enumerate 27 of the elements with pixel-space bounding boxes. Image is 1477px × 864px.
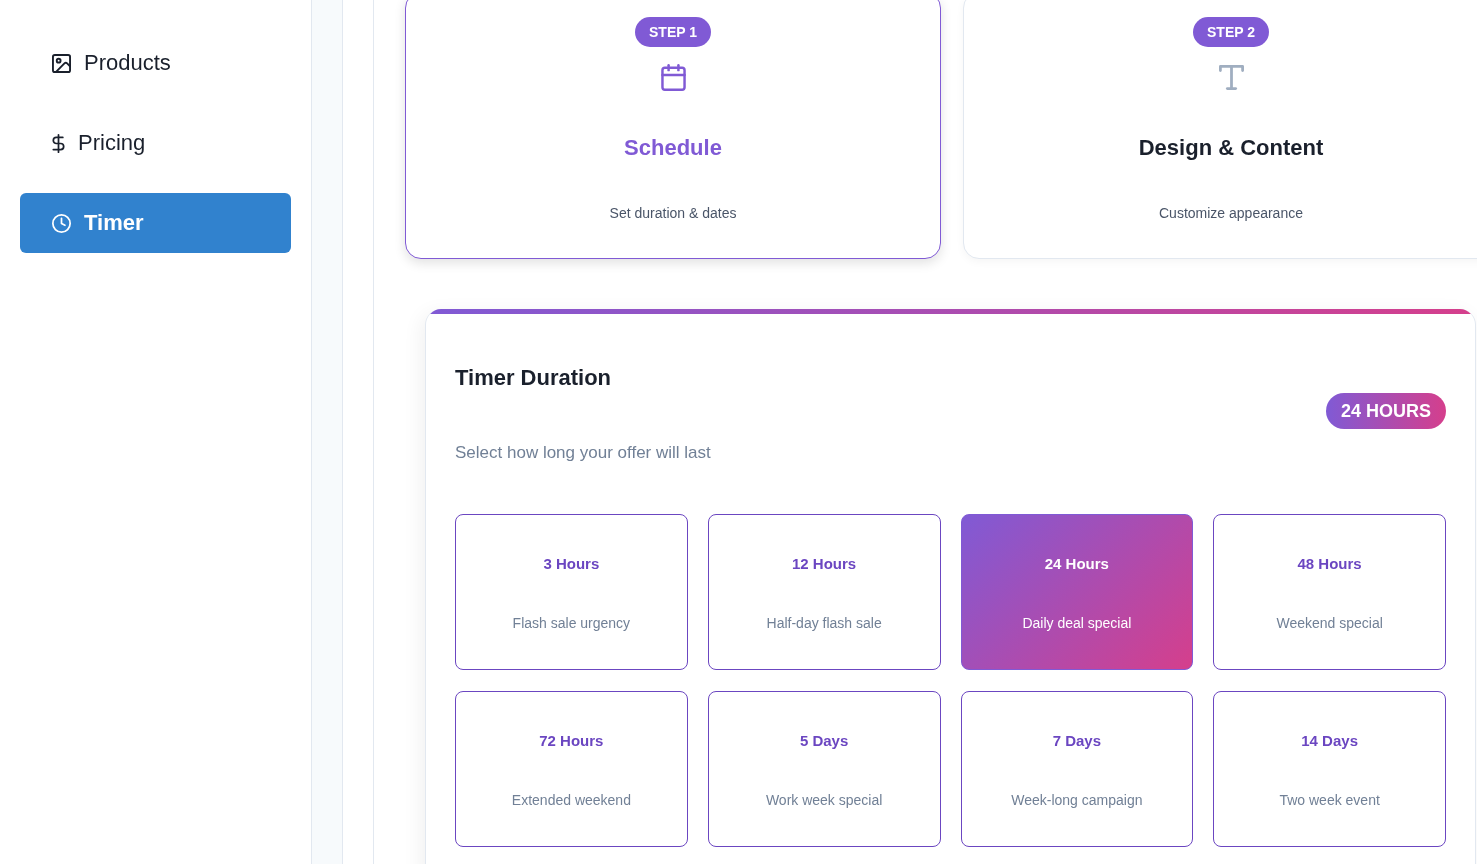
dollar-icon: [52, 133, 65, 153]
type-icon: [1218, 64, 1244, 91]
step-title: Design & Content: [1138, 134, 1324, 162]
step-card[interactable]: STEP 1 Schedule Set duration & dates: [405, 0, 941, 259]
duration-option[interactable]: 24 Hours Daily deal special: [960, 514, 1194, 670]
step-subtitle: Set duration & dates: [609, 204, 737, 223]
duration-badge: 24 HOURS: [1325, 393, 1446, 429]
duration-option[interactable]: 5 Days Work week special: [707, 691, 941, 847]
clock-icon: [52, 213, 71, 233]
step-badge: STEP 1: [635, 17, 711, 47]
image-icon: [52, 53, 71, 73]
duration-option[interactable]: 12 Hours Half-day flash sale: [707, 514, 941, 670]
duration-option[interactable]: 72 Hours Extended weekend: [455, 691, 688, 847]
step-card[interactable]: STEP 2 Design & Content Customize appearance: [963, 0, 1477, 259]
step-subtitle: Customize appearance: [1159, 204, 1303, 223]
panel-subtitle: Select how long your offer will last: [455, 442, 711, 464]
duration-option[interactable]: 48 Hours Weekend special: [1213, 514, 1446, 670]
calendar-icon: [660, 64, 686, 91]
step-badge: STEP 2: [1193, 17, 1269, 47]
sidebar-item[interactable]: Products: [20, 33, 291, 93]
sidebar-item[interactable]: Timer: [20, 193, 291, 253]
duration-option[interactable]: 14 Days Two week event: [1213, 691, 1446, 847]
panel-title: Timer Duration: [455, 364, 613, 392]
duration-option[interactable]: 7 Days Week-long campaign: [960, 691, 1194, 847]
duration-option[interactable]: 3 Hours Flash sale urgency: [455, 514, 688, 670]
sidebar-item[interactable]: Pricing: [20, 113, 291, 173]
step-title: Schedule: [624, 134, 722, 162]
